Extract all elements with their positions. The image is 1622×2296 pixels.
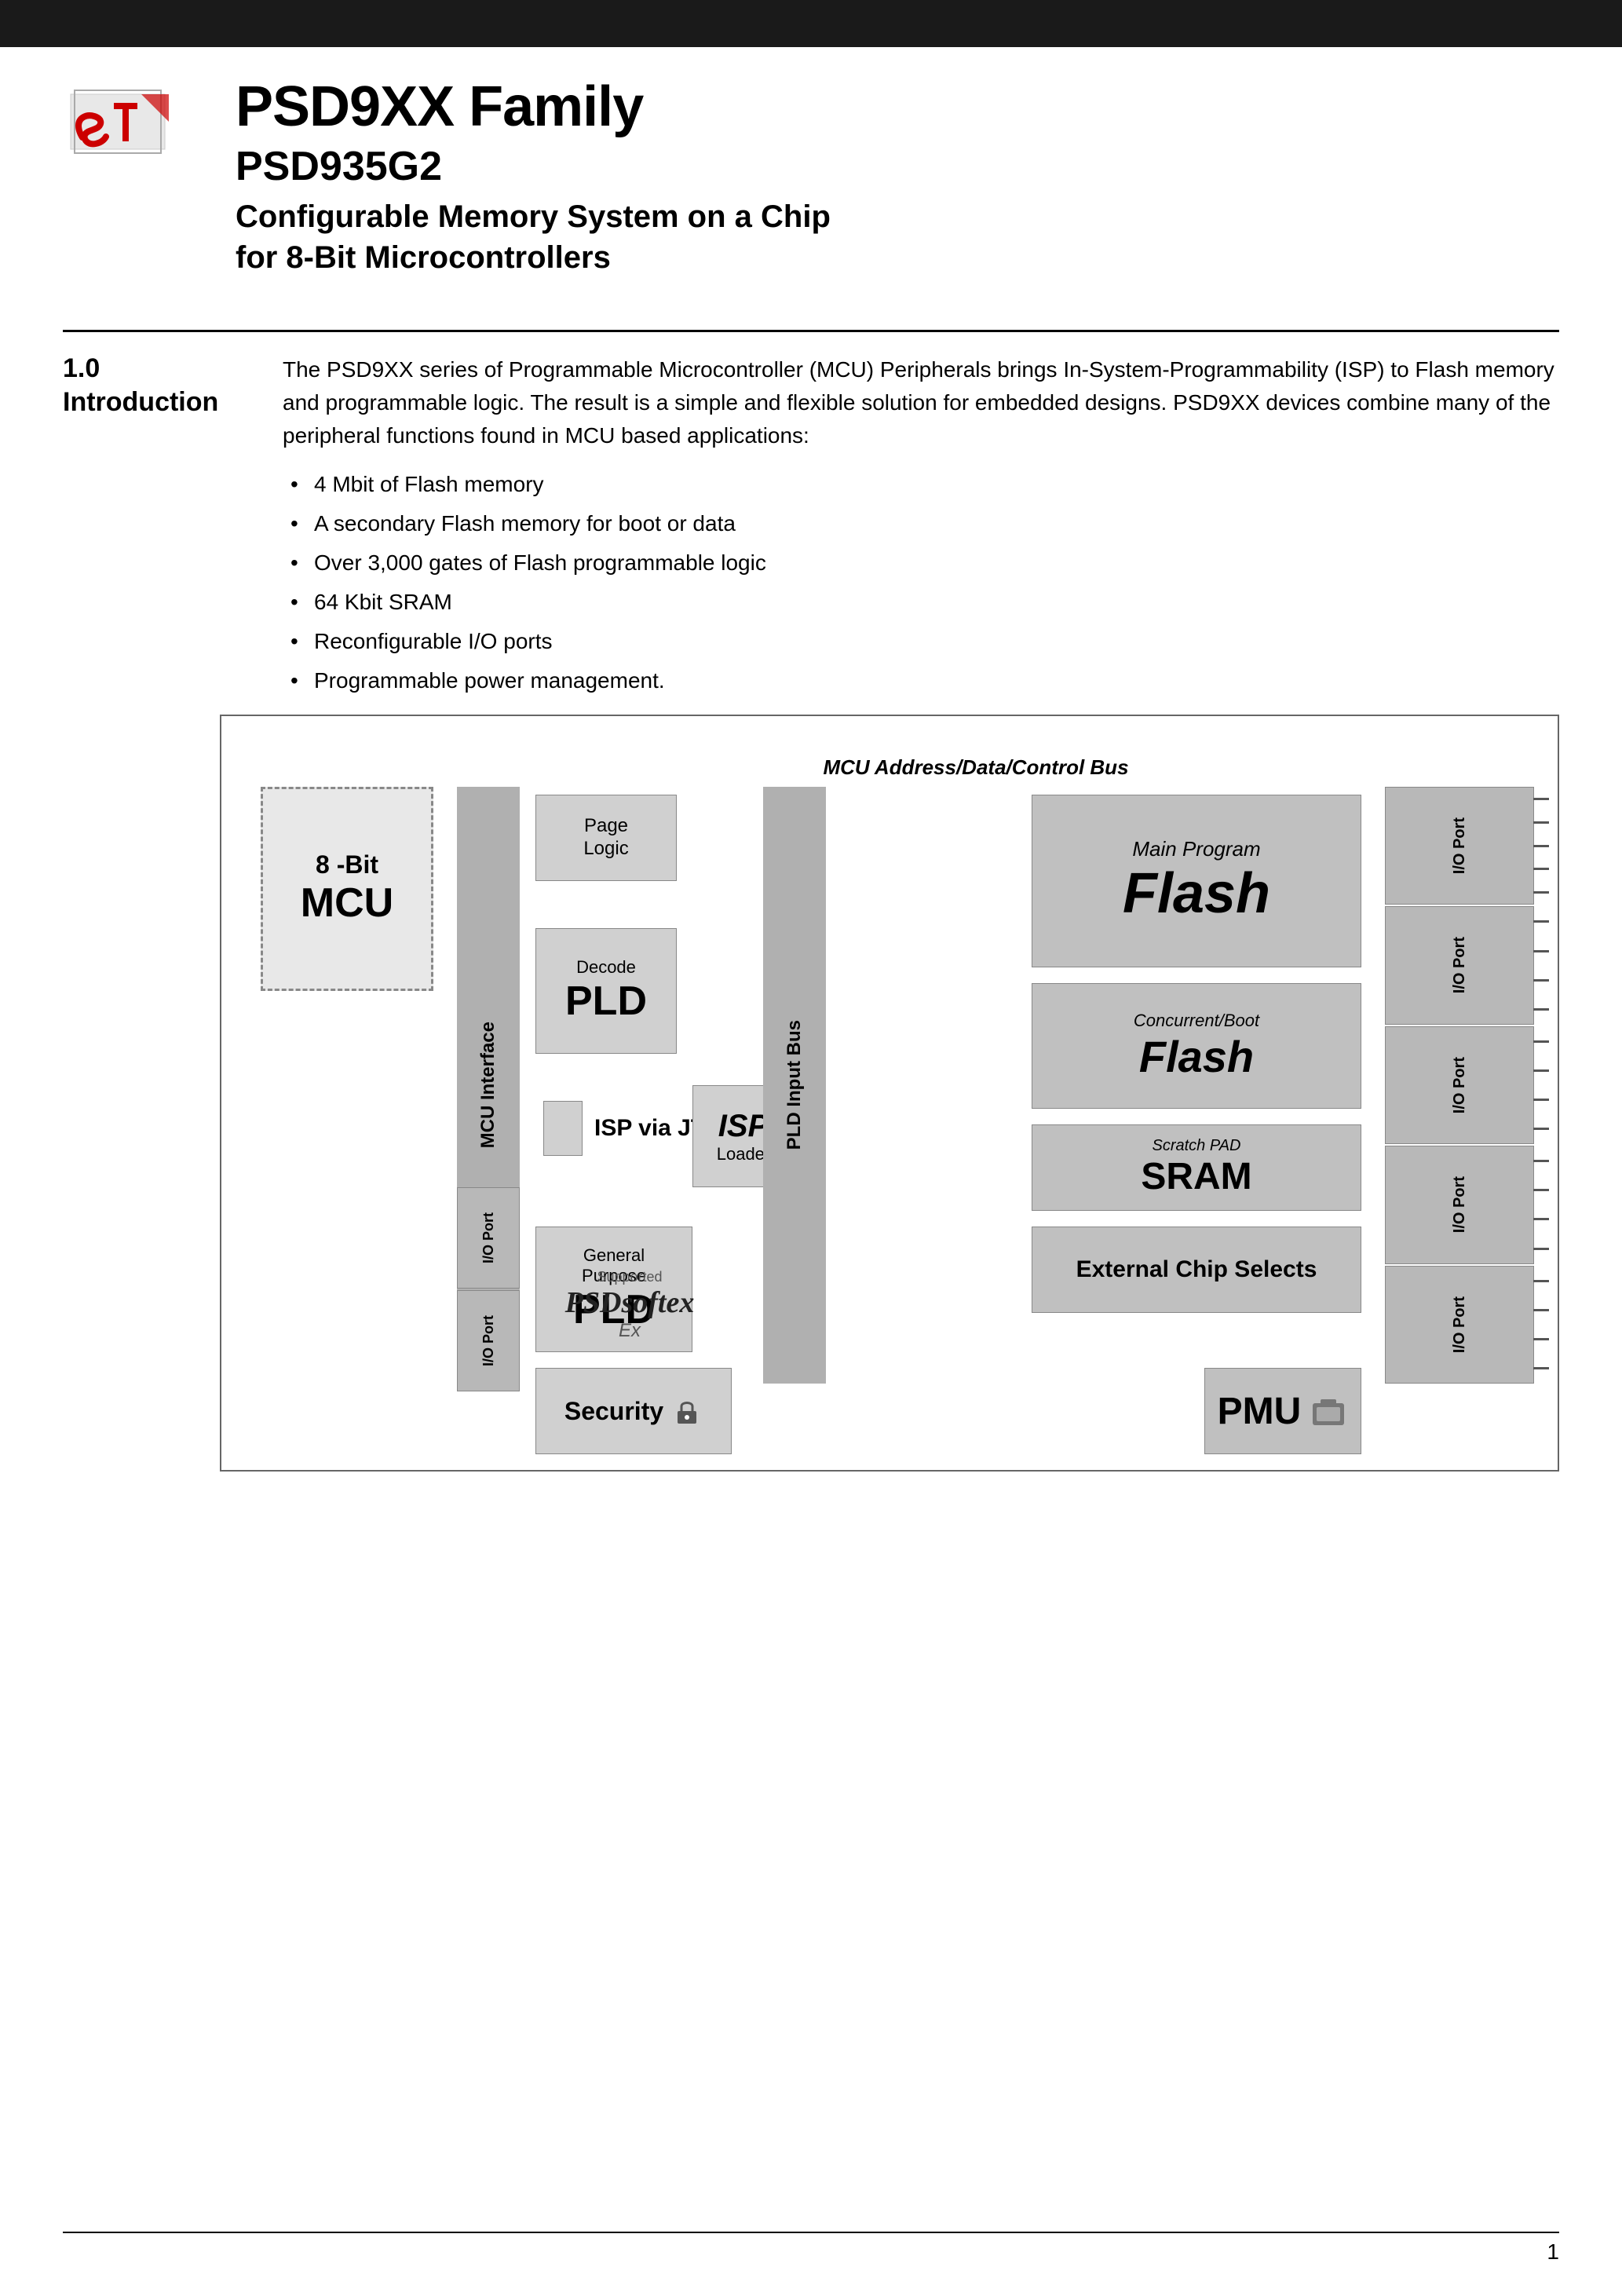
logo-area	[63, 79, 173, 169]
io-port-text-3: I/O Port	[1451, 1057, 1469, 1113]
pld-large-text: PLD	[565, 978, 647, 1025]
io-connectors-4	[1533, 1146, 1549, 1263]
intro-section: 1.0 Introduction The PSD9XX series of Pr…	[63, 353, 1559, 704]
page-number: 1	[1547, 2239, 1559, 2265]
st-logo-icon	[63, 79, 173, 165]
feature-list: 4 Mbit of Flash memory A secondary Flash…	[283, 468, 1559, 697]
security-block: Security	[535, 1368, 732, 1454]
mcu-interface-text: MCU Interface	[477, 1022, 499, 1148]
list-item: Over 3,000 gates of Flash programmable l…	[290, 547, 1559, 579]
page-logic-text: Page Logic	[583, 815, 628, 861]
pmu-text: PMU	[1218, 1390, 1302, 1433]
section-title: Introduction	[63, 387, 283, 418]
psd-logo-area: Supported PSDsoftex Ex	[551, 1258, 708, 1352]
io-connectors-5	[1533, 1267, 1549, 1383]
pmu-icon	[1309, 1391, 1348, 1431]
header-bar	[0, 0, 1622, 47]
intro-content: The PSD9XX series of Programmable Microc…	[283, 353, 1559, 704]
decode-pld-block: Decode PLD	[535, 928, 677, 1054]
ext-chip-text: External Chip Selects	[1076, 1256, 1317, 1283]
sram-block: Scratch PAD SRAM	[1032, 1124, 1361, 1211]
pmu-block: PMU	[1204, 1368, 1361, 1454]
io-connectors-3	[1533, 1027, 1549, 1143]
io-port-block-5: I/O Port	[1385, 1266, 1534, 1384]
loader-label-text: Loader	[717, 1144, 771, 1164]
diagram-inner: MCU Address/Data/Control Bus 8 -Bit MCU …	[245, 740, 1534, 1446]
intro-paragraph: The PSD9XX series of Programmable Microc…	[283, 353, 1559, 452]
section-number: 1.0	[63, 353, 283, 384]
list-item: Programmable power management.	[290, 664, 1559, 697]
product-number: PSD935G2	[236, 143, 1559, 190]
ext-chip-selects-block: External Chip Selects	[1032, 1227, 1361, 1313]
bus-label: MCU Address/Data/Control Bus	[575, 755, 1377, 780]
isp-italic-text: ISP	[718, 1109, 769, 1144]
io-connectors-1	[1533, 788, 1549, 904]
lock-icon	[671, 1395, 703, 1427]
psd-supported-text: Supported	[597, 1269, 662, 1285]
flash-large-text: Flash	[1123, 861, 1270, 926]
io-port-left-text-2: I/O Port	[480, 1315, 497, 1366]
list-item: A secondary Flash memory for boot or dat…	[290, 507, 1559, 540]
mcu-top-text: 8 -Bit	[316, 851, 378, 879]
io-port-left-block-1: I/O Port	[457, 1187, 520, 1289]
decode-label: Decode	[576, 957, 636, 978]
scratch-pad-label: Scratch PAD	[1153, 1137, 1241, 1155]
io-port-block-3: I/O Port	[1385, 1026, 1534, 1144]
main-program-label: Main Program	[1132, 837, 1260, 861]
sram-large-text: SRAM	[1141, 1155, 1251, 1198]
io-ports-left: I/O Port I/O Port	[457, 1187, 520, 1391]
flash-medium-text: Flash	[1139, 1031, 1254, 1082]
mcu-block: 8 -Bit MCU	[261, 787, 433, 991]
io-port-block-4: I/O Port	[1385, 1146, 1534, 1263]
intro-label: 1.0 Introduction	[63, 353, 283, 704]
header-content: PSD9XX Family PSD935G2 Configurable Memo…	[0, 55, 1622, 302]
io-port-text-1: I/O Port	[1451, 817, 1469, 874]
psd-ex-text: Ex	[619, 1320, 641, 1342]
list-item: Reconfigurable I/O ports	[290, 625, 1559, 658]
io-ports-right: I/O Port I/O Port I/O	[1385, 787, 1534, 1384]
diagram-main-area: Page Logic Decode PLD Main Program Flash…	[528, 787, 1369, 1446]
bottom-divider	[63, 2232, 1559, 2233]
psd-logo-text: PSDsoftex	[565, 1285, 695, 1320]
list-item: 64 Kbit SRAM	[290, 586, 1559, 619]
mcu-main-text: MCU	[301, 879, 393, 927]
product-family-title: PSD9XX Family	[236, 79, 1559, 135]
page-logic-block: Page Logic	[535, 795, 677, 881]
io-port-text-4: I/O Port	[1451, 1176, 1469, 1233]
io-port-text-2: I/O Port	[1451, 937, 1469, 993]
io-port-text-5: I/O Port	[1451, 1296, 1469, 1353]
concurrent-label: Concurrent/Boot	[1134, 1011, 1259, 1031]
io-port-block-2: I/O Port	[1385, 906, 1534, 1024]
boot-flash-block: Concurrent/Boot Flash	[1032, 983, 1361, 1109]
title-area: PSD9XX Family PSD935G2 Configurable Memo…	[236, 79, 1559, 278]
jtag-connector-box	[543, 1101, 583, 1156]
section-divider	[63, 330, 1559, 332]
io-connectors-2	[1533, 907, 1549, 1023]
io-port-left-text-1: I/O Port	[480, 1212, 497, 1263]
main-flash-block: Main Program Flash	[1032, 795, 1361, 967]
pld-input-text: PLD Input Bus	[784, 1020, 806, 1150]
io-port-left-block-2: I/O Port	[457, 1290, 520, 1391]
pld-input-col: PLD Input Bus	[763, 787, 826, 1384]
product-description: Configurable Memory System on a Chip for…	[236, 196, 1559, 278]
io-port-block-1: I/O Port	[1385, 787, 1534, 905]
diagram-container: MCU Address/Data/Control Bus 8 -Bit MCU …	[220, 715, 1559, 1472]
security-text: Security	[564, 1397, 663, 1426]
list-item: 4 Mbit of Flash memory	[290, 468, 1559, 501]
